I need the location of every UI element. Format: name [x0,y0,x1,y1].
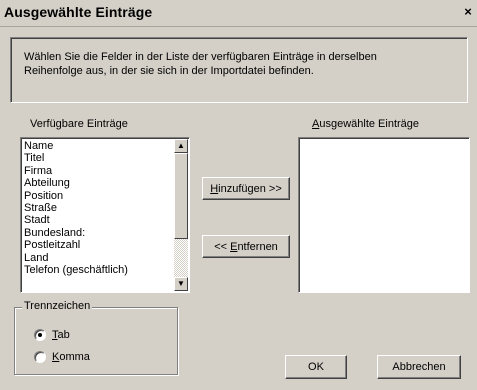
radio-selected-dot [38,333,42,337]
list-item-abteilung[interactable]: Abteilung [24,177,128,189]
add-button-label: Hinzufügen >> [210,183,282,195]
radio-tab-icon[interactable] [34,329,46,341]
list-item-label: Name [24,140,54,152]
vertical-scrollbar[interactable]: ▲ ▼ [174,139,188,291]
list-item-land[interactable]: Land [24,252,128,264]
list-item-position[interactable]: Position [24,190,128,202]
list-item-titel[interactable]: Titel [24,152,128,164]
mnemonic-h: H [210,182,219,195]
available-list-label: Verfügbare Einträge [30,118,128,130]
instruction-line-2: Reihenfolge aus, in der sie sich in der … [24,65,314,77]
scroll-thumb[interactable] [174,153,188,239]
list-item-strasse[interactable]: Straße [24,202,128,214]
instruction-line-1: Wählen Sie die Felder in der Liste der v… [24,51,377,63]
list-item-firma[interactable]: Firma [24,165,128,177]
list-item-name[interactable]: Name [24,140,128,152]
radio-komma-label: Komma [52,351,90,363]
close-icon[interactable]: × [461,4,475,20]
radio-komma[interactable]: Komma [34,351,90,363]
radio-tab-rest: ab [57,329,70,341]
list-item-postleitzahl[interactable]: Postleitzahl [24,239,128,251]
available-listbox[interactable]: Name Titel Firma Abteilung Position Stra… [20,137,190,293]
cancel-button[interactable]: Abbrechen [377,355,461,379]
list-item-stadt[interactable]: Stadt [24,214,128,226]
add-rest: inzufügen >> [218,182,282,195]
radio-komma-rest: omma [59,351,90,363]
radio-tab-label: Tab [52,329,70,341]
instruction-text: Wählen Sie die Felder in der Liste der v… [24,50,444,78]
available-items: Name Titel Firma Abteilung Position Stra… [24,140,128,276]
separator-group-title: Trennzeichen [22,300,93,312]
selected-listbox[interactable] [298,137,470,293]
radio-tab[interactable]: Tab [34,329,70,341]
radio-komma-icon[interactable] [34,351,46,363]
separator-groupbox [14,307,178,375]
list-item-bundesland[interactable]: Bundesland: [24,227,128,239]
remove-button[interactable]: << Entfernen [202,235,290,258]
selected-label-rest: usgewählte Einträge [319,118,420,130]
remove-rest: ntfernen [237,240,278,253]
remove-prefix: << [214,240,231,253]
title-bar: Ausgewählte Einträge × [0,0,477,27]
add-button[interactable]: Hinzufügen >> [202,177,290,200]
scroll-up-icon[interactable]: ▲ [174,139,188,153]
list-item-telefon[interactable]: Telefon (geschäftlich) [24,264,128,276]
selected-list-label: Ausgewählte Einträge [312,118,419,130]
window-title: Ausgewählte Einträge [4,4,153,20]
ok-button[interactable]: OK [285,355,347,379]
scroll-down-icon[interactable]: ▼ [174,277,188,291]
remove-button-label: << Entfernen [214,241,278,253]
